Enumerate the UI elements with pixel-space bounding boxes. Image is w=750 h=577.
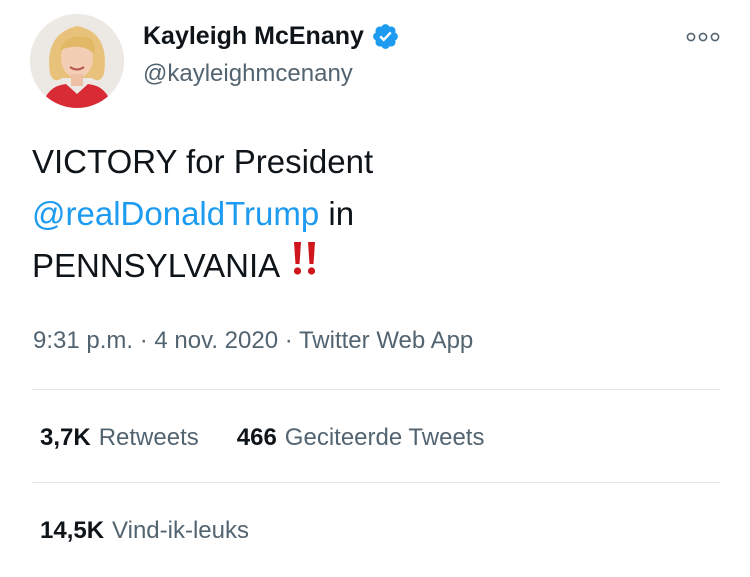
tweet-date[interactable]: 4 nov. 2020: [154, 327, 278, 354]
retweets-stat[interactable]: 3,7K Retweets: [40, 424, 199, 452]
profile-photo: [30, 14, 124, 108]
author-name-row: Kayleigh McEnany: [143, 22, 400, 51]
divider: [32, 389, 720, 390]
likes-stat[interactable]: 14,5K Vind-ik-leuks: [40, 517, 249, 545]
likes-label: Vind-ik-leuks: [112, 517, 249, 544]
tweet-word-in: in: [328, 195, 355, 232]
retweets-count: 3,7K: [40, 424, 91, 451]
tweet-source[interactable]: Twitter Web App: [299, 327, 473, 354]
verified-badge-icon: [373, 24, 398, 49]
likes-count: 14,5K: [40, 517, 105, 544]
divider: [32, 482, 720, 483]
meta-separator: ·: [139, 327, 148, 354]
more-options-icon[interactable]: [686, 30, 720, 48]
tweet-state: PENNSYLVANIA: [32, 247, 281, 284]
retweets-label: Retweets: [98, 424, 199, 451]
quote-tweets-stat[interactable]: 466 Geciteerde Tweets: [237, 424, 485, 452]
author-handle[interactable]: @kayleighmcenany: [143, 60, 353, 88]
tweet-meta: 9:31 p.m. · 4 nov. 2020 · Twitter Web Ap…: [33, 327, 473, 355]
double-exclamation-icon: [290, 239, 320, 291]
quote-tweets-count: 466: [236, 424, 277, 451]
tweet-line-1: VICTORY for President: [32, 143, 374, 180]
tweet-line-3: PENNSYLVANIA: [32, 240, 722, 294]
likes-stats-row: 14,5K Vind-ik-leuks: [40, 517, 249, 545]
tweet-line-2: @realDonaldTrump in: [32, 188, 722, 240]
meta-separator: ·: [284, 327, 293, 354]
display-name[interactable]: Kayleigh McEnany: [143, 22, 364, 51]
tweet-time[interactable]: 9:31 p.m.: [33, 327, 133, 354]
quote-tweets-label: Geciteerde Tweets: [284, 424, 485, 451]
avatar[interactable]: [30, 14, 124, 108]
tweet-text: VICTORY for President @realDonaldTrump i…: [32, 136, 722, 294]
engagement-stats-row: 3,7K Retweets 466 Geciteerde Tweets: [40, 424, 484, 452]
mention-link[interactable]: @realDonaldTrump: [32, 195, 319, 232]
